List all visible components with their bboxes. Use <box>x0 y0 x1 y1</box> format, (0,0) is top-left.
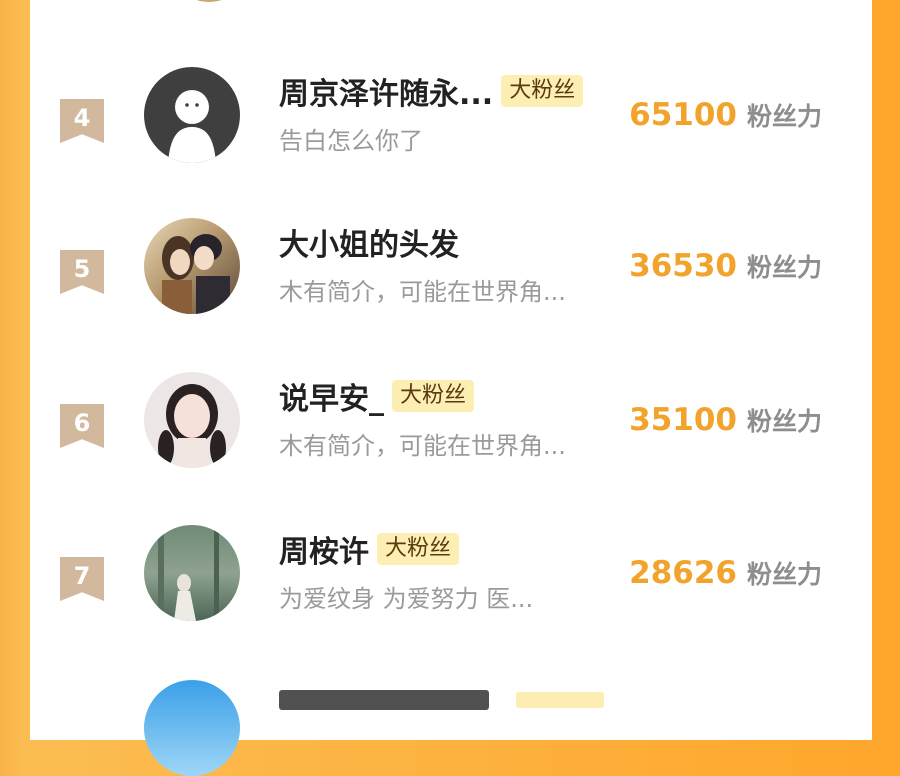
avatar[interactable] <box>144 372 240 468</box>
fan-power-value: 65100 <box>629 97 737 133</box>
fan-power: 35100 粉丝力 <box>629 402 822 438</box>
fan-power-value: 36530 <box>629 248 737 284</box>
next-username[interactable] <box>279 690 489 710</box>
next-badge <box>516 692 604 708</box>
fan-power-unit: 粉丝力 <box>746 560 822 589</box>
fan-power-value: 35100 <box>629 402 737 438</box>
big-fan-badge: 大粉丝 <box>501 75 584 107</box>
fan-power: 28626 粉丝力 <box>629 555 822 591</box>
fan-power-unit: 粉丝力 <box>746 102 822 131</box>
user-bio: 木有简介，可能在世界角... <box>279 432 566 460</box>
user-bio: 为爱纹身 为爱努力 医... <box>279 585 534 613</box>
rank-badge: 7 <box>60 557 104 601</box>
username[interactable]: 周京泽许随永... <box>279 69 493 113</box>
fan-power-unit: 粉丝力 <box>746 253 822 282</box>
avatar[interactable] <box>144 525 240 621</box>
user-bio: 木有简介，可能在世界角... <box>279 278 566 306</box>
next-avatar[interactable] <box>144 680 240 776</box>
big-fan-badge: 大粉丝 <box>392 380 475 412</box>
fan-power-unit: 粉丝力 <box>746 407 822 436</box>
username[interactable]: 大小姐的头发 <box>279 220 459 264</box>
fan-power: 65100 粉丝力 <box>629 97 822 133</box>
avatar[interactable] <box>144 218 240 314</box>
rank-badge: 5 <box>60 250 104 294</box>
rank-row[interactable]: 7 周桉许 大粉丝 为爱纹身 为爱努力 医... 28626 粉丝力 <box>30 525 872 645</box>
rank-badge: 4 <box>60 99 104 143</box>
username[interactable]: 说早安_ <box>279 374 384 418</box>
rank-row[interactable]: 6 说早安_ 大粉丝 木有简介，可能在世界角... 35100 粉丝力 <box>30 372 872 492</box>
previous-avatar[interactable] <box>170 0 248 2</box>
user-bio: 告白怎么你了 <box>279 127 423 155</box>
fan-ranking-card: 4 周京泽许随永... 大粉丝 告白怎么你了 65100 粉丝力 5 大小姐的头… <box>30 0 872 776</box>
avatar[interactable] <box>144 67 240 163</box>
fan-power-value: 28626 <box>629 555 737 591</box>
rank-row[interactable]: 4 周京泽许随永... 大粉丝 告白怎么你了 65100 粉丝力 <box>30 67 872 187</box>
fan-power: 36530 粉丝力 <box>629 248 822 284</box>
big-fan-badge: 大粉丝 <box>377 533 460 565</box>
rank-row[interactable]: 5 大小姐的头发 木有简介，可能在世界角... 36530 粉丝力 <box>30 218 872 338</box>
username[interactable]: 周桉许 <box>279 527 369 571</box>
rank-badge: 6 <box>60 404 104 448</box>
